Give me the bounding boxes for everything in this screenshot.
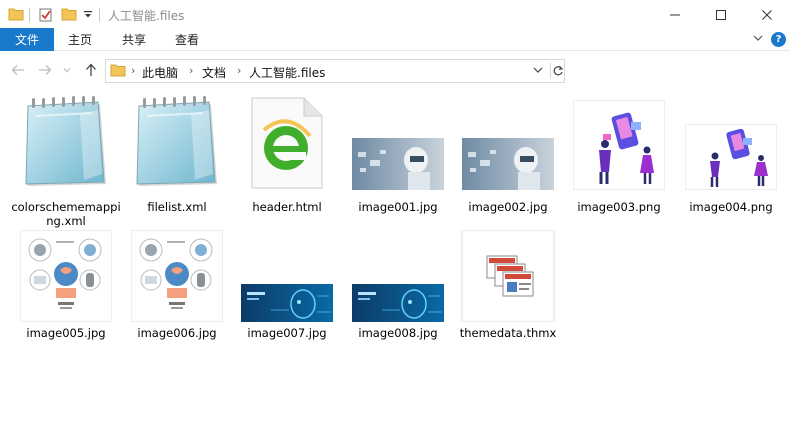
recent-locations-chevron-icon[interactable] (62, 62, 72, 78)
people-screens-thumbnail (569, 96, 669, 190)
tech-head-banner-thumbnail (237, 230, 337, 322)
file-name: image001.jpg (358, 200, 438, 214)
maximize-button[interactable] (698, 0, 744, 30)
file-name: image004.png (689, 200, 773, 214)
file-name: colorschememapping.xml (11, 200, 121, 228)
customize-toolbar-icon[interactable] (83, 9, 93, 23)
file-name: themedata.thmx (459, 326, 557, 340)
file-name: image003.png (577, 200, 661, 214)
ai-brain-diagram-thumbnail (127, 230, 227, 322)
theme-file-icon (458, 230, 558, 322)
robot-photo-thumbnail (458, 96, 558, 190)
file-name: image006.jpg (137, 326, 217, 340)
breadcrumb-this-pc[interactable]: 此电脑 (142, 64, 178, 81)
breadcrumb-chevron-icon[interactable]: › (237, 64, 241, 77)
close-button[interactable] (744, 0, 790, 30)
expand-ribbon-chevron-icon[interactable] (752, 32, 764, 47)
address-bar[interactable]: › 此电脑 › 文档 › 人工智能.files (105, 59, 565, 83)
forward-arrow-icon[interactable] (37, 62, 53, 78)
folder-icon (110, 63, 126, 80)
navigation-bar: › 此电脑 › 文档 › 人工智能.files (0, 52, 790, 88)
file-item[interactable]: image001.jpg (343, 96, 453, 226)
file-name: image002.jpg (468, 200, 548, 214)
file-name: image007.jpg (247, 326, 327, 340)
file-item[interactable]: image002.jpg (453, 96, 563, 226)
tab-file[interactable]: 文件 (0, 28, 54, 51)
toolbar-separator (29, 8, 30, 22)
file-name: filelist.xml (147, 200, 207, 214)
toolbar-separator (99, 8, 100, 22)
people-screens-thumbnail (681, 120, 781, 190)
notepad-icon (127, 96, 227, 190)
file-item[interactable]: image006.jpg (122, 230, 232, 360)
properties-icon[interactable] (38, 7, 54, 26)
file-item[interactable]: header.html (232, 96, 342, 226)
window-title: 人工智能.files (108, 9, 185, 23)
file-name: image008.jpg (358, 326, 438, 340)
file-name: header.html (252, 200, 322, 214)
breadcrumb-chevron-icon[interactable]: › (131, 64, 135, 77)
tab-view[interactable]: 查看 (175, 28, 199, 51)
file-item[interactable]: image008.jpg (343, 230, 453, 360)
folder-icon[interactable] (8, 7, 24, 24)
file-item[interactable]: image004.png (676, 96, 786, 226)
robot-photo-thumbnail (348, 96, 448, 190)
ai-brain-diagram-thumbnail (16, 230, 116, 322)
file-item[interactable]: image003.png (564, 96, 674, 226)
file-name: image005.jpg (26, 326, 106, 340)
breadcrumb-chevron-icon[interactable]: › (189, 64, 193, 77)
file-list: colorschememapping.xml filelist.xml head… (0, 90, 790, 436)
help-icon[interactable]: ? (771, 32, 786, 47)
ie-html-icon (237, 96, 337, 190)
tab-share[interactable]: 共享 (122, 28, 146, 51)
breadcrumb-documents[interactable]: 文档 (202, 64, 226, 81)
file-item[interactable]: image007.jpg (232, 230, 342, 360)
file-item[interactable]: image005.jpg (11, 230, 121, 360)
back-arrow-icon[interactable] (10, 62, 26, 78)
breadcrumb-current-folder[interactable]: 人工智能.files (249, 64, 325, 81)
address-history-chevron-icon[interactable] (532, 64, 544, 79)
file-item[interactable]: colorschememapping.xml (11, 96, 121, 228)
up-arrow-icon[interactable] (83, 62, 99, 78)
refresh-icon[interactable] (550, 63, 564, 79)
minimize-button[interactable] (652, 0, 698, 30)
notepad-icon (16, 96, 116, 190)
title-bar: 人工智能.files (0, 0, 790, 30)
new-folder-icon[interactable] (61, 7, 77, 24)
tech-head-banner-thumbnail (348, 230, 448, 322)
file-item[interactable]: filelist.xml (122, 96, 232, 226)
tab-home[interactable]: 主页 (68, 28, 92, 51)
file-item[interactable]: themedata.thmx (453, 230, 563, 360)
ribbon-tabs: 文件 主页 共享 查看 ? (0, 28, 790, 51)
